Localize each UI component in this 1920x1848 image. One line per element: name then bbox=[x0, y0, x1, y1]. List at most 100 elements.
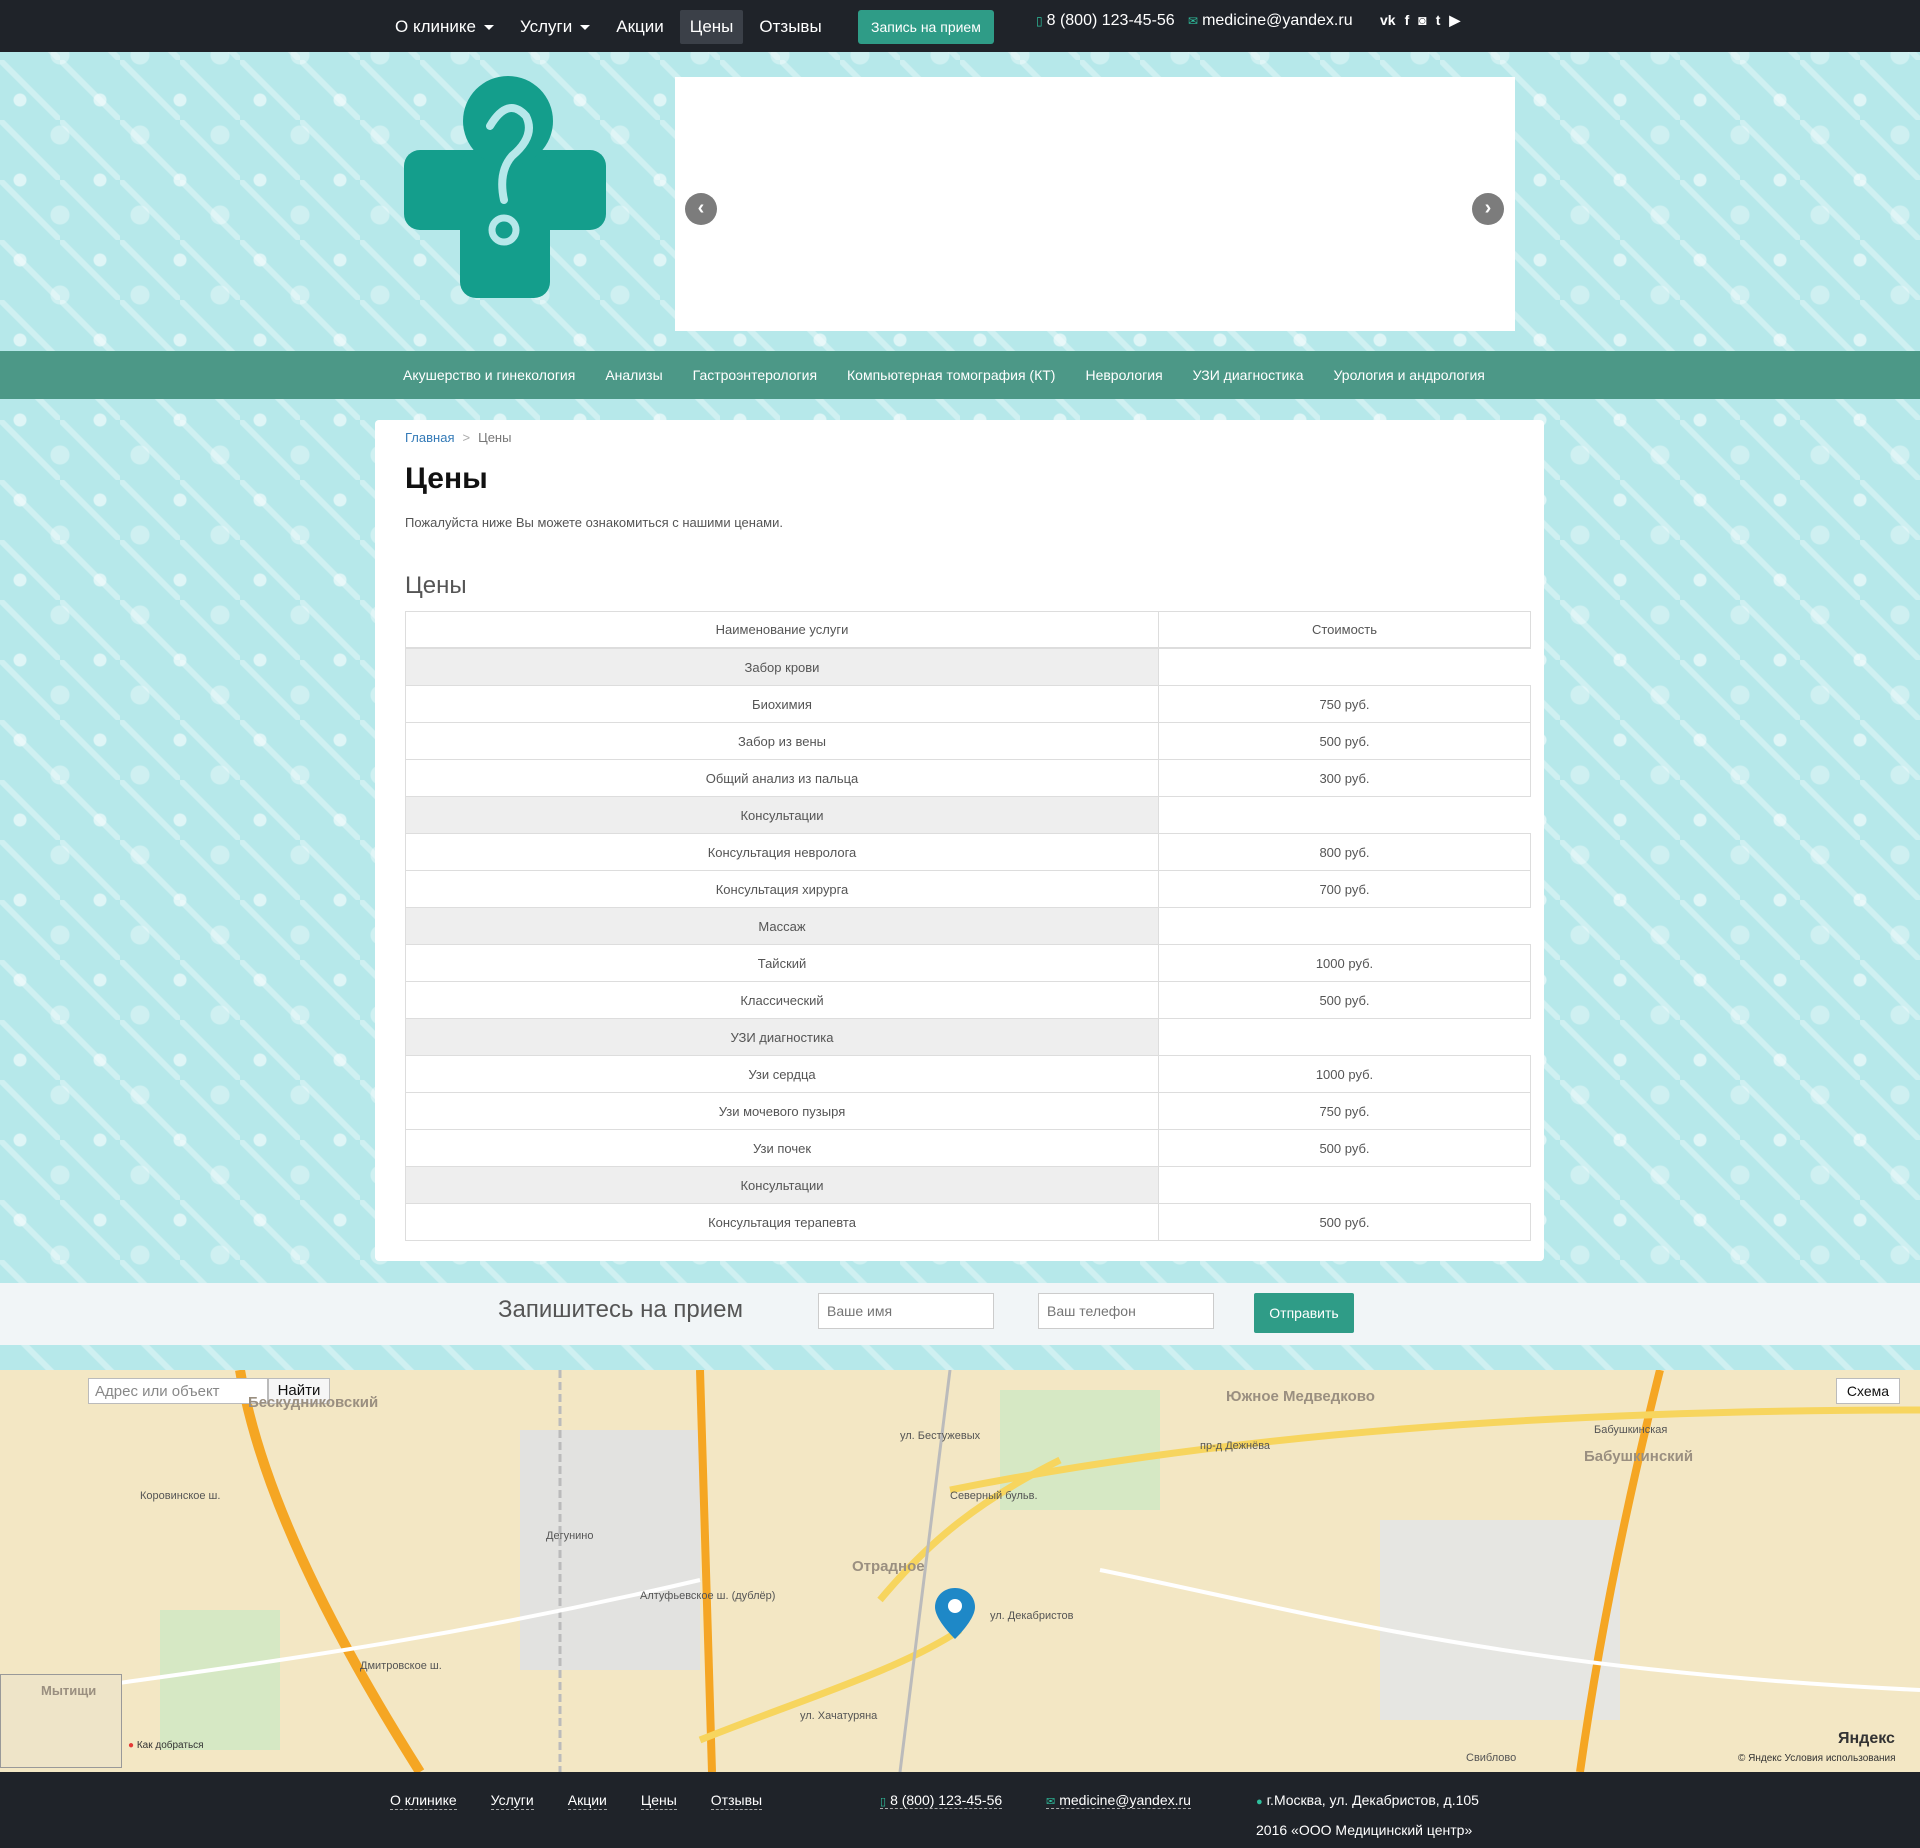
service-name: Консультация хирурга bbox=[405, 870, 1159, 908]
service-analyses[interactable]: Анализы bbox=[590, 351, 677, 399]
mini-map[interactable]: Мытищи bbox=[0, 1674, 122, 1768]
service-price bbox=[1158, 1018, 1531, 1056]
map-scheme-button[interactable]: Схема bbox=[1836, 1378, 1900, 1404]
table-header-row: Наименование услуги Стоимость bbox=[405, 611, 1531, 649]
footer-nav-services[interactable]: Услуги bbox=[490, 1792, 534, 1810]
service-price bbox=[1158, 907, 1531, 945]
category-row: УЗИ диагностика bbox=[405, 1018, 1531, 1056]
slider-next-icon[interactable]: › bbox=[1472, 193, 1504, 225]
nav-about[interactable]: О клинике bbox=[385, 10, 504, 44]
street-label: ул. Бестужевых bbox=[900, 1430, 981, 1442]
table-row: Узи сердца 1000 руб. bbox=[405, 1055, 1531, 1093]
column-header-service: Наименование услуги bbox=[405, 611, 1159, 649]
envelope-icon: ✉ bbox=[1046, 1796, 1056, 1808]
yandex-map[interactable]: Адрес или объект Найти Схема Бескудников… bbox=[0, 1370, 1920, 1772]
street-label: ул. Декабристов bbox=[990, 1610, 1074, 1622]
service-price: 800 руб. bbox=[1158, 833, 1531, 871]
services-bar: Акушерство и гинекология Анализы Гастроэ… bbox=[0, 351, 1920, 399]
table-row: Классический 500 руб. bbox=[405, 981, 1531, 1019]
footer-nav-prices[interactable]: Цены bbox=[640, 1792, 677, 1810]
page-lead: Пожалуйста ниже Вы можете ознакомиться с… bbox=[405, 515, 783, 530]
district-label: Бескудниковский bbox=[248, 1394, 379, 1411]
service-price: 500 руб. bbox=[1158, 1203, 1531, 1241]
street-label: Бабушкинская bbox=[1594, 1424, 1668, 1436]
street-label: пр-д Дежнёва bbox=[1200, 1440, 1271, 1452]
street-label: Коровинское ш. bbox=[140, 1490, 221, 1502]
social-links: vk f ◙ t ▶ bbox=[1380, 12, 1460, 29]
service-price: 750 руб. bbox=[1158, 1092, 1531, 1130]
envelope-icon: ✉ bbox=[1188, 14, 1199, 28]
category-row: Консультации bbox=[405, 1166, 1531, 1204]
nav-prices[interactable]: Цены bbox=[679, 10, 744, 44]
district-label: Южное Медведково bbox=[1226, 1388, 1375, 1405]
route-link[interactable]: ● Как добраться bbox=[128, 1740, 204, 1751]
district-label: Бабушкинский bbox=[1584, 1448, 1694, 1465]
category-row: Забор крови bbox=[405, 647, 1531, 686]
vk-icon[interactable]: vk bbox=[1380, 12, 1396, 29]
service-name: Забор из вены bbox=[405, 722, 1159, 760]
service-name: Общий анализ из пальца bbox=[405, 759, 1159, 797]
category-name: Массаж bbox=[405, 907, 1159, 945]
service-gastro[interactable]: Гастроэнтерология bbox=[678, 351, 832, 399]
service-neurology[interactable]: Неврология bbox=[1070, 351, 1177, 399]
service-name: Узи сердца bbox=[405, 1055, 1159, 1093]
section-title: Цены bbox=[405, 572, 467, 599]
map-terms-link[interactable]: © Яндекс Условия использования bbox=[1738, 1753, 1896, 1764]
footer-nav-about[interactable]: О клинике bbox=[390, 1792, 457, 1810]
breadcrumb-home[interactable]: Главная bbox=[405, 430, 454, 445]
category-row: Массаж bbox=[405, 907, 1531, 945]
service-obstetrics[interactable]: Акушерство и гинекология bbox=[388, 351, 590, 399]
appointment-title: Запишитесь на прием bbox=[498, 1296, 744, 1323]
yandex-logo: Яндекс bbox=[1838, 1730, 1895, 1747]
chevron-down-icon bbox=[483, 25, 494, 31]
footer-address: ● г.Москва, ул. Декабристов, д.105 bbox=[1256, 1792, 1479, 1808]
service-price: 300 руб. bbox=[1158, 759, 1531, 797]
service-urology[interactable]: Урология и андрология bbox=[1319, 351, 1500, 399]
service-price: 500 руб. bbox=[1158, 1129, 1531, 1167]
clinic-logo[interactable] bbox=[404, 76, 606, 298]
youtube-icon[interactable]: ▶ bbox=[1449, 12, 1460, 29]
nav-services[interactable]: Услуги bbox=[510, 10, 600, 44]
category-name: Консультации bbox=[405, 1166, 1159, 1204]
service-ultrasound[interactable]: УЗИ диагностика bbox=[1178, 351, 1319, 399]
footer-phone[interactable]: ▯ 8 (800) 123-45-56 bbox=[880, 1792, 1003, 1809]
services-nav: Акушерство и гинекология Анализы Гастроэ… bbox=[388, 351, 1500, 399]
facebook-icon[interactable]: f bbox=[1405, 12, 1410, 29]
appointment-form: Запишитесь на прием Отправить bbox=[0, 1283, 1920, 1345]
price-table: Наименование услуги Стоимость Забор кров… bbox=[405, 611, 1531, 1241]
map-search-input[interactable]: Адрес или объект bbox=[88, 1378, 268, 1404]
page-title: Цены bbox=[405, 462, 488, 495]
phone-input[interactable] bbox=[1038, 1293, 1214, 1329]
location-pin-icon: ● bbox=[1256, 1796, 1263, 1808]
name-input[interactable] bbox=[818, 1293, 994, 1329]
street-label: Дегунино bbox=[546, 1530, 594, 1542]
service-ct[interactable]: Компьютерная томография (КТ) bbox=[832, 351, 1070, 399]
price-table-body: Забор крови Биохимия 750 руб. Забор из вены… bbox=[405, 647, 1531, 1241]
footer-email[interactable]: ✉ medicine@yandex.ru bbox=[1046, 1792, 1191, 1809]
nav-reviews[interactable]: Отзывы bbox=[749, 10, 831, 44]
table-row: Консультация терапевта 500 руб. bbox=[405, 1203, 1531, 1241]
footer-nav-promos[interactable]: Акции bbox=[567, 1792, 607, 1810]
submit-button[interactable]: Отправить bbox=[1254, 1293, 1354, 1333]
service-name: Классический bbox=[405, 981, 1159, 1019]
table-row: Общий анализ из пальца 300 руб. bbox=[405, 759, 1531, 797]
column-header-price: Стоимость bbox=[1158, 611, 1531, 649]
appointment-button[interactable]: Запись на прием bbox=[858, 10, 994, 44]
instagram-icon[interactable]: ◙ bbox=[1418, 12, 1426, 29]
phone-icon: ▯ bbox=[880, 1796, 887, 1808]
footer-nav-reviews[interactable]: Отзывы bbox=[710, 1792, 763, 1810]
service-price: 1000 руб. bbox=[1158, 944, 1531, 982]
twitter-icon[interactable]: t bbox=[1436, 12, 1441, 29]
breadcrumb: Главная > Цены bbox=[405, 430, 511, 445]
table-row: Узи почек 500 руб. bbox=[405, 1129, 1531, 1167]
breadcrumb-current: Цены bbox=[478, 430, 512, 445]
slider-prev-icon[interactable]: ‹ bbox=[685, 193, 717, 225]
email-contact[interactable]: ✉ medicine@yandex.ru bbox=[1188, 12, 1353, 30]
table-row: Узи мочевого пузыря 750 руб. bbox=[405, 1092, 1531, 1130]
service-price: 700 руб. bbox=[1158, 870, 1531, 908]
nav-promos[interactable]: Акции bbox=[606, 10, 674, 44]
phone-contact[interactable]: ▯ 8 (800) 123-45-56 bbox=[1036, 12, 1175, 30]
category-name: Консультации bbox=[405, 796, 1159, 834]
service-name: Биохимия bbox=[405, 685, 1159, 723]
table-row: Консультация хирурга 700 руб. bbox=[405, 870, 1531, 908]
